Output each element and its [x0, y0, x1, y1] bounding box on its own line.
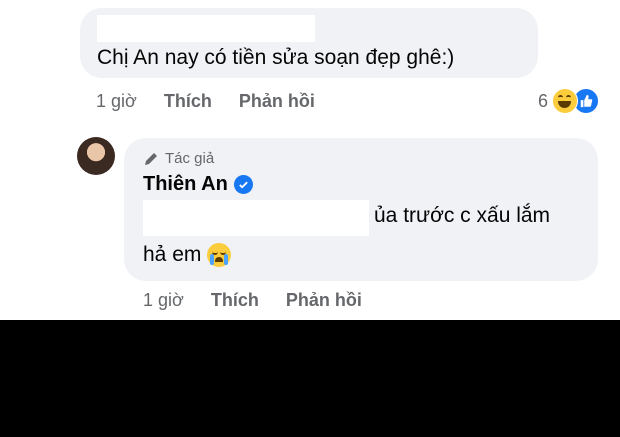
- haha-icon: [552, 88, 579, 114]
- avatar[interactable]: [77, 137, 115, 175]
- author-name[interactable]: Thiên An: [143, 173, 253, 196]
- crying-face-icon: [207, 243, 232, 267]
- pen-icon: [145, 152, 157, 165]
- reply-button[interactable]: Phản hồi: [239, 91, 315, 111]
- comment-text: Chị An nay có tiền sửa soạn đẹp ghê:): [97, 46, 455, 69]
- redacted-mention: [143, 200, 369, 236]
- reply-button[interactable]: Phản hồi: [286, 290, 362, 310]
- reply-text-line1: ủa trước c xấu lắm: [374, 204, 551, 227]
- reply-actions: 1 giờ Thích Phản hồi: [143, 290, 384, 311]
- reply-text-line2-row: hả em: [143, 243, 232, 267]
- author-name-text[interactable]: Thiên An: [143, 173, 228, 196]
- author-badge-label: Tác giả: [165, 150, 215, 167]
- redacted-author-name: [97, 15, 315, 42]
- reply-text-line2: hả em: [143, 243, 202, 266]
- reaction-summary[interactable]: 6: [538, 88, 600, 114]
- comment-bubble: Chị An nay có tiền sửa soạn đẹp ghê:): [80, 8, 538, 78]
- author-badge: Tác giả: [143, 150, 214, 167]
- comment-actions: 1 giờ Thích Phản hồi: [96, 91, 337, 112]
- like-button[interactable]: Thích: [211, 290, 259, 310]
- verified-badge-icon: [233, 175, 253, 194]
- black-bar: [0, 320, 620, 437]
- reply-timestamp[interactable]: 1 giờ: [143, 290, 184, 310]
- reaction-count: 6: [538, 90, 549, 111]
- like-button[interactable]: Thích: [164, 91, 212, 111]
- reply-bubble: Tác giả Thiên An ủa trước c xấu lắm hả e…: [124, 138, 598, 281]
- comment-timestamp[interactable]: 1 giờ: [96, 91, 137, 111]
